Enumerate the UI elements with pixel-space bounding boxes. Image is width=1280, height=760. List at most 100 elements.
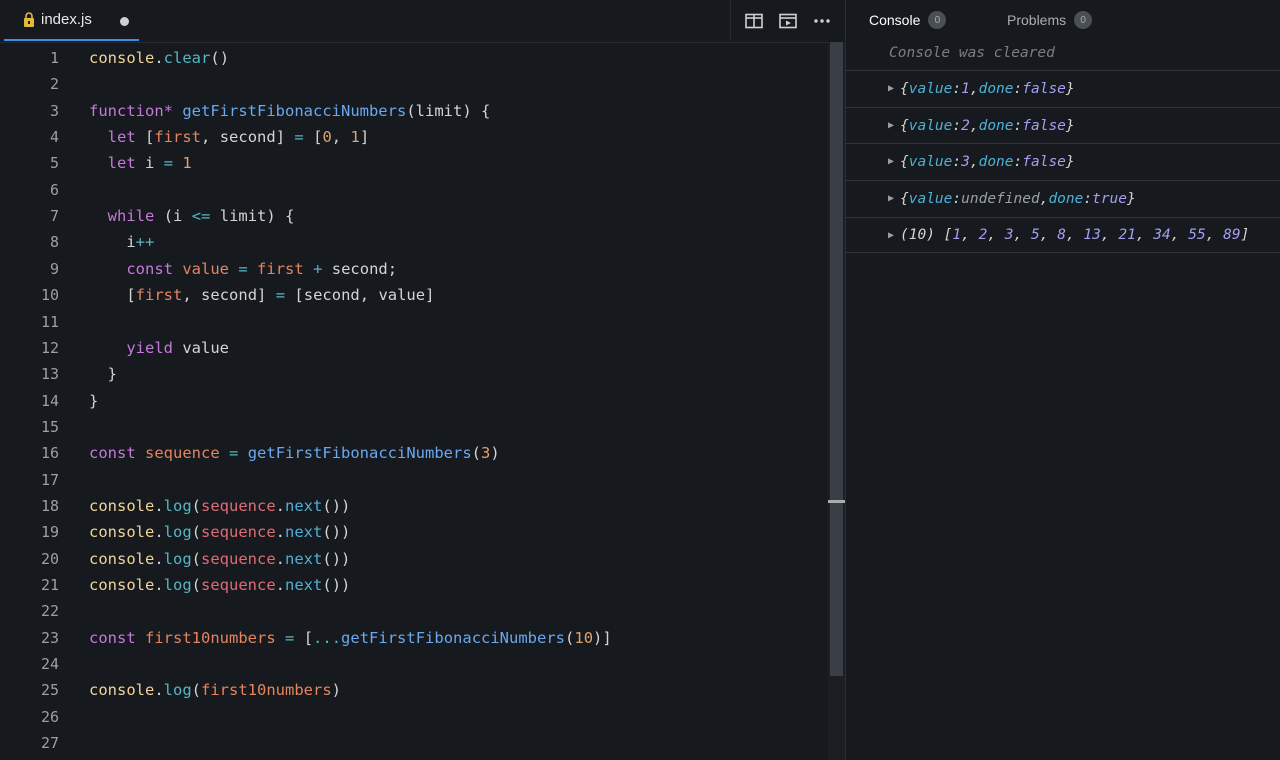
expand-arrow-icon[interactable]: ▶ <box>888 120 900 131</box>
console-entry[interactable]: ▶ {value: 3, done: false} <box>846 143 1280 179</box>
entry-done: false <box>1022 153 1066 170</box>
console-entry[interactable]: ▶ {value: 1, done: false} <box>846 70 1280 106</box>
line-number: 22 <box>40 602 59 621</box>
code-line[interactable]: 13 } <box>0 361 828 387</box>
line-number: 17 <box>40 470 59 489</box>
line-number: 12 <box>40 338 59 357</box>
code-text: console.log(first10numbers) <box>89 681 342 700</box>
code-text: } <box>89 391 99 410</box>
code-line[interactable]: 1 console.clear() <box>0 45 828 71</box>
line-number: 9 <box>49 259 59 278</box>
console-entry[interactable]: ▶ {value: undefined, done: true} <box>846 180 1280 216</box>
line-number: 15 <box>40 417 59 436</box>
code-text: console.log(sequence.next()) <box>89 523 351 542</box>
line-number: 6 <box>49 180 59 199</box>
entry-value: undefined <box>961 190 1040 207</box>
code-line[interactable]: 24 <box>0 651 828 677</box>
preview-icon[interactable] <box>776 9 800 33</box>
code-line[interactable]: 12 yield value <box>0 335 828 361</box>
line-number: 13 <box>40 365 59 384</box>
expand-arrow-icon[interactable]: ▶ <box>888 193 900 204</box>
code-line[interactable]: 4 let [first, second] = [0, 1] <box>0 124 828 150</box>
code-editor[interactable]: 1 console.clear() 2 3 function* getFirstFibo… <box>0 44 828 760</box>
code-line[interactable]: 14} <box>0 388 828 414</box>
code-line[interactable]: 19 console.log(sequence.next()) <box>0 519 828 545</box>
entry-value: 2 <box>961 117 970 134</box>
line-number: 8 <box>49 233 59 252</box>
code-line[interactable]: 10 [first, second] = [second, value] <box>0 282 828 308</box>
line-number: 10 <box>40 286 59 305</box>
code-line[interactable]: 27 <box>0 730 828 756</box>
line-number: 19 <box>40 523 59 542</box>
expand-arrow-icon[interactable]: ▶ <box>888 230 900 241</box>
code-line[interactable]: 7 while (i <= limit) { <box>0 203 828 229</box>
array-item: 34 <box>1153 227 1171 243</box>
line-number: 14 <box>40 391 59 410</box>
array-item: 21 <box>1118 227 1136 243</box>
code-line[interactable]: 21 console.log(sequence.next()) <box>0 572 828 598</box>
scrollbar-cursor-marker <box>828 500 845 503</box>
line-number: 1 <box>49 49 59 67</box>
console-cleared-message: Console was cleared <box>889 45 1055 61</box>
code-text: function* getFirstFibonacciNumbers(limit… <box>89 101 491 120</box>
expand-arrow-icon[interactable]: ▶ <box>888 83 900 94</box>
code-text: [first, second] = [second, value] <box>126 286 435 305</box>
code-line[interactable]: 25 console.log(first10numbers) <box>0 677 828 703</box>
tab-console[interactable]: Console 0 <box>869 0 947 40</box>
code-line[interactable]: 6 <box>0 177 828 203</box>
code-line[interactable]: 22 <box>0 598 828 624</box>
line-number: 2 <box>49 75 59 94</box>
console-array-entry[interactable]: ▶ (10) [1, 2, 3, 5, 8, 13, 21, 34, 55, 8… <box>846 217 1280 253</box>
line-number: 20 <box>40 549 59 568</box>
editor-tab-bar: index.js <box>0 0 845 43</box>
code-text: console.clear() <box>89 49 230 67</box>
entry-done: false <box>1022 80 1066 97</box>
line-number: 24 <box>40 655 59 674</box>
line-number: 7 <box>49 207 59 226</box>
console-count-badge: 0 <box>928 11 947 29</box>
code-text: i++ <box>126 233 155 252</box>
line-number: 11 <box>40 312 59 331</box>
scrollbar-thumb[interactable] <box>830 42 843 676</box>
tab-filename: index.js <box>41 11 92 28</box>
code-text: const first10numbers = [...getFirstFibon… <box>89 628 612 647</box>
code-line[interactable]: 2 <box>0 71 828 97</box>
code-text: console.log(sequence.next()) <box>89 496 351 515</box>
code-line[interactable]: 11 <box>0 309 828 335</box>
code-line[interactable]: 18 console.log(sequence.next()) <box>0 493 828 519</box>
code-line[interactable]: 16 const sequence = getFirstFibonacciNumb… <box>0 440 828 466</box>
console-pane: Console 0 Problems 0 Console was cleared… <box>845 0 1280 760</box>
code-text: const value = first + second; <box>126 259 398 278</box>
line-number: 26 <box>40 707 59 726</box>
unsaved-dot-icon <box>120 17 129 26</box>
code-line[interactable]: 9 const value = first + second; <box>0 256 828 282</box>
line-number: 27 <box>40 734 59 753</box>
code-text: let [first, second] = [0, 1] <box>107 128 370 147</box>
code-line[interactable]: 3 function* getFirstFibonacciNumbers(limi… <box>0 98 828 124</box>
array-item: 55 <box>1188 227 1206 243</box>
code-line[interactable]: 26 <box>0 704 828 730</box>
console-entry[interactable]: ▶ {value: 2, done: false} <box>846 107 1280 143</box>
entry-value: 3 <box>961 153 970 170</box>
line-number: 5 <box>49 154 59 173</box>
expand-arrow-icon[interactable]: ▶ <box>888 156 900 167</box>
code-line[interactable]: 20 console.log(sequence.next()) <box>0 546 828 572</box>
tab-problems[interactable]: Problems 0 <box>1007 0 1093 40</box>
more-options-icon[interactable] <box>810 9 834 33</box>
code-text: let i = 1 <box>107 154 192 173</box>
tab-index-js[interactable]: index.js <box>4 0 139 41</box>
code-line[interactable]: 8 i++ <box>0 229 828 255</box>
editor-pane: index.js 1 console.clear() 2 3 function* get… <box>0 0 845 760</box>
code-line[interactable]: 23 const first10numbers = [...getFirstFib… <box>0 625 828 651</box>
code-line[interactable]: 17 <box>0 467 828 493</box>
code-line[interactable]: 5 let i = 1 <box>0 150 828 176</box>
code-text: while (i <= limit) { <box>107 207 295 226</box>
array-item: 8 <box>1057 227 1066 243</box>
entry-done: true <box>1092 190 1128 207</box>
editor-scrollbar[interactable] <box>828 42 845 760</box>
array-item: 1 <box>952 227 962 243</box>
code-line[interactable]: 15 <box>0 414 828 440</box>
split-editor-icon[interactable] <box>742 9 766 33</box>
console-tab-bar: Console 0 Problems 0 <box>846 0 1280 40</box>
code-text: yield value <box>126 338 230 357</box>
